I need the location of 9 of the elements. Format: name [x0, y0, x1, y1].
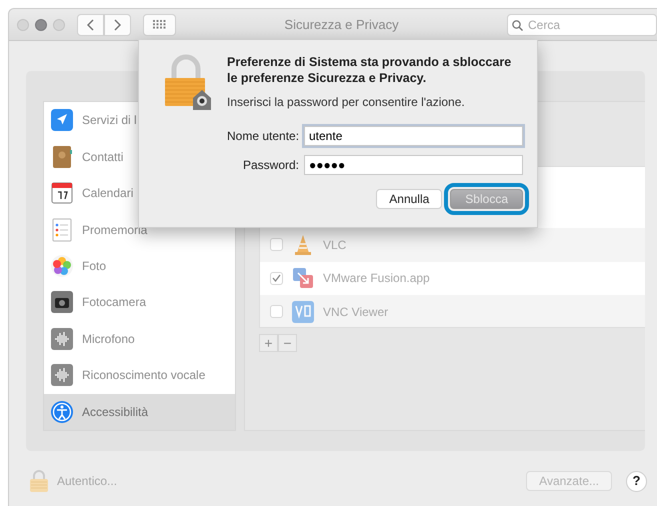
dialog-title: Preferenze di Sistema sta provando a sbloccare le preferenze Sicurezza e Privacy. [227, 54, 512, 86]
app-name: VMware Fusion.app [323, 270, 430, 288]
field-label: Nome utente: [227, 128, 299, 144]
field-label: Password: [242, 156, 299, 174]
window-title: Sicurezza e Privacy [283, 16, 400, 34]
app-name: VNC Viewer [323, 304, 388, 321]
dialog-message: Inserisci la password per consentire l'azione. [227, 94, 466, 110]
app-name: VLC [323, 236, 346, 254]
lock-status: Autentico... [57, 473, 118, 490]
